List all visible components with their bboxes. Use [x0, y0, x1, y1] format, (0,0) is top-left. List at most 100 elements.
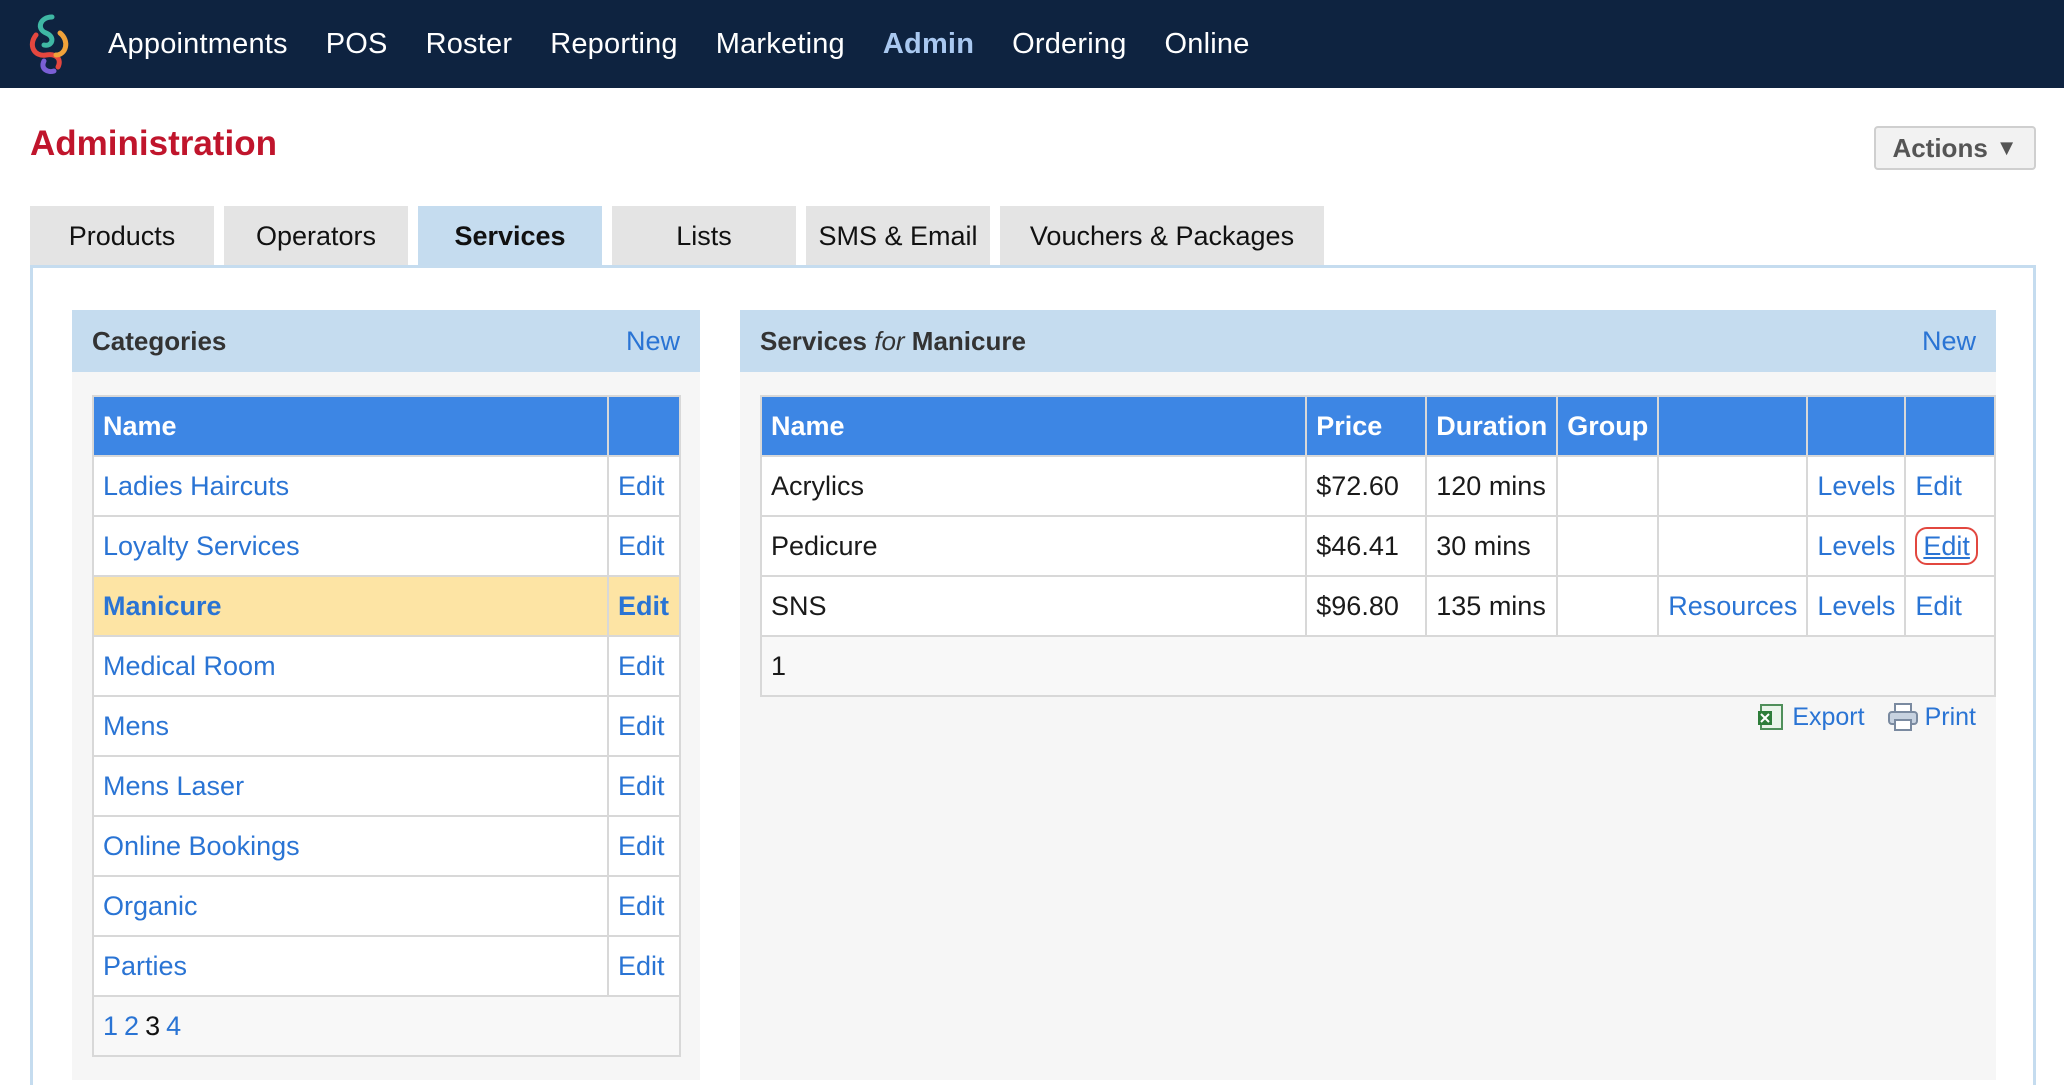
- nav-reporting[interactable]: Reporting: [550, 28, 678, 61]
- pager-row: 1234: [92, 995, 681, 1057]
- service-group: [1556, 515, 1660, 577]
- column-header-resources: [1657, 395, 1809, 457]
- edit-category-link[interactable]: Edit: [618, 711, 665, 741]
- category-link-medical-room[interactable]: Medical Room: [103, 651, 276, 681]
- column-header-actions: [607, 395, 681, 457]
- print-link[interactable]: Print: [1887, 702, 1976, 732]
- category-link-online-bookings[interactable]: Online Bookings: [103, 831, 300, 861]
- edit-category-link[interactable]: Edit: [618, 831, 665, 861]
- services-title: Services for Manicure: [760, 326, 1026, 357]
- edit-category-link[interactable]: Edit: [618, 531, 665, 561]
- nav-online[interactable]: Online: [1165, 28, 1250, 61]
- page-current-3: 3: [145, 1010, 161, 1041]
- page-link-4[interactable]: 4: [166, 1011, 181, 1041]
- services-title-prefix: Services: [760, 325, 867, 356]
- column-header-levels: [1806, 395, 1907, 457]
- table-row: Mens Laser Edit: [92, 755, 681, 817]
- column-header-edit: [1904, 395, 1996, 457]
- column-header-name: Name: [92, 395, 609, 457]
- table-header-row: Name: [92, 395, 681, 457]
- table-row: Medical Room Edit: [92, 635, 681, 697]
- levels-link[interactable]: Levels: [1817, 471, 1895, 501]
- excel-export-icon: [1758, 704, 1784, 730]
- nav-roster[interactable]: Roster: [426, 28, 513, 61]
- service-price: $96.80: [1305, 575, 1428, 637]
- top-navbar: Appointments POS Roster Reporting Market…: [0, 0, 2064, 88]
- new-service-link[interactable]: New: [1922, 326, 1976, 357]
- tab-operators[interactable]: Operators: [224, 206, 408, 266]
- tab-sms-email[interactable]: SMS & Email: [806, 206, 990, 266]
- table-header-row: Name Price Duration Group: [759, 395, 1996, 457]
- printer-icon: [1887, 703, 1918, 731]
- column-header-group: Group: [1556, 395, 1660, 457]
- service-duration: 120 mins: [1425, 455, 1559, 517]
- table-row: Online Bookings Edit: [92, 815, 681, 877]
- column-header-duration: Duration: [1425, 395, 1559, 457]
- nav-pos[interactable]: POS: [326, 28, 388, 61]
- tab-services[interactable]: Services: [418, 206, 602, 266]
- nav-appointments[interactable]: Appointments: [108, 28, 288, 61]
- app-logo-icon[interactable]: [22, 11, 78, 77]
- page-link-2[interactable]: 2: [124, 1011, 139, 1041]
- services-table: Name Price Duration Group Acrylics $72.6…: [759, 395, 1996, 697]
- nav-admin[interactable]: Admin: [883, 28, 974, 61]
- categories-panel: Categories New Name Ladies Haircuts Edit…: [72, 310, 700, 1080]
- export-label: Export: [1792, 702, 1865, 731]
- table-row: Ladies Haircuts Edit: [92, 455, 681, 517]
- new-category-link[interactable]: New: [626, 326, 680, 357]
- nav-ordering[interactable]: Ordering: [1012, 28, 1126, 61]
- page-title: Administration: [30, 124, 277, 163]
- category-link-loyalty-services[interactable]: Loyalty Services: [103, 531, 300, 561]
- resources-link[interactable]: Resources: [1668, 591, 1797, 621]
- edit-category-link[interactable]: Edit: [618, 651, 665, 681]
- tab-products[interactable]: Products: [30, 206, 214, 266]
- edit-category-link[interactable]: Edit: [618, 891, 665, 921]
- column-header-name: Name: [759, 395, 1308, 457]
- services-title-for: for: [874, 325, 905, 356]
- service-group: [1556, 455, 1660, 517]
- page-link-1[interactable]: 1: [103, 1011, 118, 1041]
- levels-link[interactable]: Levels: [1817, 531, 1895, 561]
- tab-vouchers-packages[interactable]: Vouchers & Packages: [1000, 206, 1324, 266]
- service-duration: 30 mins: [1425, 515, 1559, 577]
- category-link-organic[interactable]: Organic: [103, 891, 198, 921]
- table-row: Loyalty Services Edit: [92, 515, 681, 577]
- category-link-parties[interactable]: Parties: [103, 951, 187, 981]
- categories-title: Categories: [92, 325, 227, 356]
- categories-header: Categories New: [72, 310, 700, 372]
- export-link[interactable]: Export: [1756, 702, 1865, 732]
- pager-row: 1: [760, 635, 1996, 697]
- edit-category-link[interactable]: Edit: [618, 591, 669, 621]
- service-price: $72.60: [1305, 455, 1428, 517]
- service-name: Pedicure: [759, 515, 1308, 577]
- edit-category-link[interactable]: Edit: [618, 471, 665, 501]
- column-header-price: Price: [1305, 395, 1428, 457]
- export-print-bar: Export Print: [1734, 702, 1976, 732]
- service-duration: 135 mins: [1425, 575, 1559, 637]
- edit-service-link[interactable]: Edit: [1915, 591, 1962, 621]
- service-group: [1556, 575, 1660, 637]
- edit-category-link[interactable]: Edit: [618, 951, 665, 981]
- table-row: Parties Edit: [92, 935, 681, 997]
- table-row: Mens Edit: [92, 695, 681, 757]
- category-link-manicure[interactable]: Manicure: [103, 591, 222, 621]
- service-resources: [1657, 455, 1809, 517]
- services-header: Services for Manicure New: [740, 310, 1996, 372]
- edit-category-link[interactable]: Edit: [618, 771, 665, 801]
- print-label: Print: [1924, 702, 1976, 731]
- category-link-ladies-haircuts[interactable]: Ladies Haircuts: [103, 471, 289, 501]
- tab-lists[interactable]: Lists: [612, 206, 796, 266]
- edit-service-link-highlighted[interactable]: Edit: [1915, 526, 1978, 565]
- edit-service-link[interactable]: Edit: [1915, 471, 1962, 501]
- category-link-mens[interactable]: Mens: [103, 711, 169, 741]
- table-row: Pedicure $46.41 30 mins Levels Edit: [759, 515, 1996, 577]
- levels-link[interactable]: Levels: [1817, 591, 1895, 621]
- table-row: SNS $96.80 135 mins Resources Levels Edi…: [759, 575, 1996, 637]
- actions-dropdown-button[interactable]: Actions ▼: [1874, 126, 2036, 170]
- nav-marketing[interactable]: Marketing: [716, 28, 845, 61]
- service-price: $46.41: [1305, 515, 1428, 577]
- service-name: SNS: [759, 575, 1308, 637]
- category-link-mens-laser[interactable]: Mens Laser: [103, 771, 244, 801]
- categories-pager: 1234: [92, 995, 681, 1057]
- services-title-category: Manicure: [911, 325, 1026, 356]
